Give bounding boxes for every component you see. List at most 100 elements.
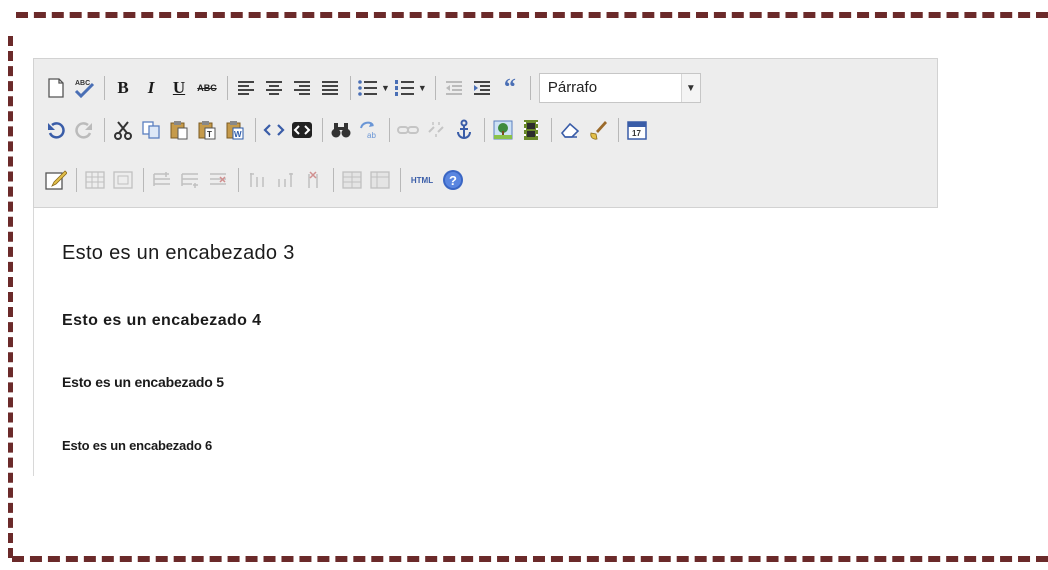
- film-strip-icon: [524, 120, 538, 140]
- toolbar-separator: [484, 118, 485, 142]
- toolbar-separator: [227, 76, 228, 100]
- unlink-button[interactable]: [424, 118, 448, 142]
- anchor-button[interactable]: [452, 118, 476, 142]
- insert-row-after-button[interactable]: [178, 168, 202, 192]
- find-button[interactable]: [329, 118, 353, 142]
- dashed-frame-bottom: [12, 556, 1048, 562]
- align-center-icon: [266, 81, 282, 95]
- align-right-icon: [294, 81, 310, 95]
- help-button[interactable]: ?: [441, 168, 465, 192]
- toolbar-separator: [76, 168, 77, 192]
- editor-content-area[interactable]: Esto es un encabezado 3 Esto es un encab…: [33, 208, 939, 476]
- delete-col-button[interactable]: [301, 168, 325, 192]
- insert-row-before-button[interactable]: [150, 168, 174, 192]
- insert-col-after-button[interactable]: [273, 168, 297, 192]
- paste-text-button[interactable]: T: [195, 118, 219, 142]
- format-select-value: Párrafo: [547, 79, 598, 96]
- format-select[interactable]: Párrafo ▼: [538, 73, 701, 103]
- toolbar-separator: [400, 168, 401, 192]
- toolbar-separator: [238, 168, 239, 192]
- edit-icon: [45, 170, 67, 190]
- merge-cells-button[interactable]: [340, 168, 364, 192]
- toolbar-row-2: T W ab 17: [44, 115, 653, 145]
- eraser-icon: [560, 122, 580, 138]
- delete-row-icon: [210, 173, 226, 185]
- redo-button[interactable]: [72, 118, 96, 142]
- html-button[interactable]: HTML: [407, 168, 437, 192]
- cut-button[interactable]: [111, 118, 135, 142]
- heading-4: Esto es un encabezado 4: [62, 312, 262, 329]
- table-props-button[interactable]: [111, 168, 135, 192]
- source-code-button[interactable]: [262, 118, 286, 142]
- paste-text-icon: T: [198, 121, 216, 140]
- toolbar-separator: [322, 118, 323, 142]
- align-left-button[interactable]: [234, 76, 258, 100]
- split-cells-icon: [370, 171, 390, 189]
- toolbar-separator: [551, 118, 552, 142]
- undo-icon: [48, 122, 65, 139]
- svg-text:ABC: ABC: [75, 80, 90, 87]
- edit-button[interactable]: [44, 168, 68, 192]
- editor-toolbar: ABC B I U ABC ▼ ▼ “ Párrafo ▼ T W ab 17 …: [33, 58, 938, 208]
- replace-icon: ab: [360, 121, 376, 140]
- bold-button[interactable]: B: [111, 76, 135, 100]
- paste-word-button[interactable]: W: [223, 118, 247, 142]
- image-button[interactable]: [491, 118, 515, 142]
- new-document-icon: [48, 78, 64, 98]
- format-painter-button[interactable]: [586, 118, 610, 142]
- eraser-button[interactable]: [558, 118, 582, 142]
- flash-button[interactable]: [519, 118, 543, 142]
- svg-text:T: T: [207, 130, 212, 139]
- align-right-button[interactable]: [290, 76, 314, 100]
- delete-row-button[interactable]: [206, 168, 230, 192]
- align-center-button[interactable]: [262, 76, 286, 100]
- source-view-icon: [292, 122, 312, 138]
- split-cells-button[interactable]: [368, 168, 392, 192]
- spellcheck-button[interactable]: ABC: [72, 76, 96, 100]
- copy-icon: [142, 121, 160, 139]
- heading-5: Esto es un encabezado 5: [62, 374, 224, 390]
- outdent-button[interactable]: [442, 76, 466, 100]
- blockquote-button[interactable]: “: [498, 75, 522, 101]
- svg-text:17: 17: [632, 129, 641, 138]
- table-button[interactable]: [83, 168, 107, 192]
- replace-button[interactable]: ab: [357, 118, 381, 142]
- indent-button[interactable]: [470, 76, 494, 100]
- source-view-button[interactable]: [290, 118, 314, 142]
- underline-button[interactable]: U: [167, 76, 191, 100]
- indent-icon: [473, 81, 490, 95]
- new-document-button[interactable]: [44, 76, 68, 100]
- copy-button[interactable]: [139, 118, 163, 142]
- delete-column-icon: [308, 171, 318, 188]
- svg-text:W: W: [234, 130, 242, 139]
- merge-cells-icon: [342, 171, 362, 189]
- bullet-list-button[interactable]: ▼: [357, 78, 390, 98]
- link-icon: [397, 126, 419, 134]
- numbered-list-button[interactable]: ▼: [394, 78, 427, 98]
- undo-button[interactable]: [44, 118, 68, 142]
- toolbar-separator: [389, 118, 390, 142]
- svg-text:?: ?: [449, 173, 457, 188]
- toolbar-separator: [104, 76, 105, 100]
- calendar-button[interactable]: 17: [625, 118, 649, 142]
- strikethrough-button[interactable]: ABC: [195, 76, 219, 100]
- spellcheck-icon: ABC: [74, 80, 95, 99]
- redo-icon: [75, 122, 92, 139]
- insert-column-before-icon: [250, 173, 264, 187]
- table-icon: [85, 171, 105, 189]
- paste-icon: [170, 121, 188, 140]
- justify-button[interactable]: [318, 76, 342, 100]
- link-button[interactable]: [396, 118, 420, 142]
- code-icon: [263, 124, 285, 136]
- paste-button[interactable]: [167, 118, 191, 142]
- insert-col-before-button[interactable]: [245, 168, 269, 192]
- svg-text:ab: ab: [367, 131, 376, 140]
- binoculars-icon: [331, 123, 351, 138]
- numbered-list-icon: [394, 80, 414, 96]
- align-left-icon: [238, 81, 254, 95]
- chevron-down-icon[interactable]: ▼: [680, 74, 700, 102]
- italic-button[interactable]: I: [139, 76, 163, 100]
- dashed-frame-top: [16, 12, 1048, 18]
- toolbar-separator: [255, 118, 256, 142]
- justify-icon: [322, 81, 338, 95]
